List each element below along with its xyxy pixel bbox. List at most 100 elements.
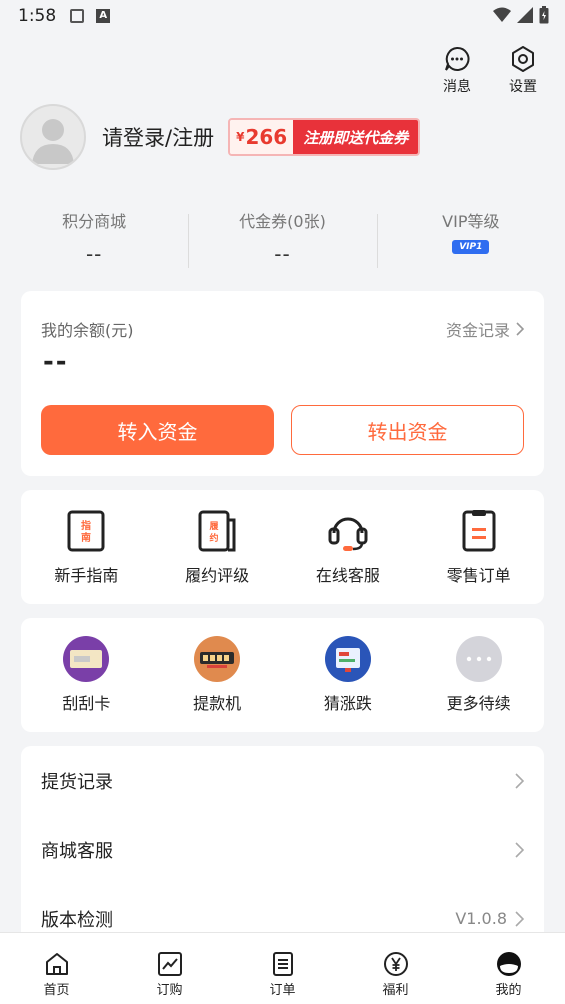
chevron-right-icon [515,772,524,789]
profile-header: 请登录/注册 ¥ 266 注册即送代金券 [20,104,421,170]
voucher-currency: ¥ [236,130,245,144]
avatar[interactable] [20,104,86,170]
withdraw-funds-button[interactable]: 转出资金 [291,405,524,455]
activity-label: 刮刮卡 [62,694,111,713]
menu-item-trailing: V1.0.8 [455,909,524,928]
atm-icon [194,636,241,682]
headset-icon [325,508,371,554]
settings-button[interactable]: 设置 [503,46,543,96]
voucher-stat[interactable]: 代金券(0张) -- [188,208,376,268]
service-label: 新手指南 [54,566,119,585]
stat-label: VIP等级 [442,212,500,231]
activity-label: 猜涨跌 [323,694,372,713]
top-actions: 消息 设置 [437,46,543,96]
tab-label: 首页 [43,983,70,998]
bottom-tab-bar: 首页 订购 订单 福利 我的 [0,932,565,1004]
voucher-text: 注册即送代金券 [293,120,419,154]
deposit-funds-button[interactable]: 转入资金 [41,405,274,455]
stat-value: -- [85,242,103,266]
chat-bubble-icon [445,46,470,71]
activity-label: 提款机 [193,694,242,713]
svg-text:履: 履 [209,520,220,532]
rating-icon: 履 约 [194,508,240,554]
performance-rating-item[interactable]: 履 约 履约评级 [152,490,283,604]
more-coming-item[interactable]: 更多待续 [413,618,544,732]
services-card: 指 南 新手指南 履 约 履约评级 在线客服 零售订单 [21,490,544,604]
wifi-icon [493,7,511,22]
guess-icon [324,636,371,682]
svg-text:约: 约 [210,532,219,544]
yen-icon [383,952,408,976]
menu-item-label: 版本检测 [41,909,113,931]
balance-card: 我的余额(元) 资金记录 -- 转入资金 转出资金 [21,291,544,476]
menu-item-trailing [515,841,524,858]
guide-icon: 指 南 [63,508,109,554]
app-notification-icon: A [96,9,111,23]
tab-orders[interactable]: 订单 [226,933,339,1004]
chevron-right-icon [515,910,524,927]
messages-label: 消息 [443,79,471,95]
activities-card: 刮刮卡 提款机 猜涨跌 更多待续 [21,618,544,732]
service-label: 零售订单 [446,566,511,585]
menu-item-trailing [515,772,524,789]
service-label: 在线客服 [315,566,380,585]
stat-label: 积分商城 [62,212,127,231]
menu-item-label: 商城客服 [41,840,113,862]
list-icon [272,952,293,976]
pickup-records-item[interactable]: 提货记录 [21,746,544,815]
status-time: 1:58 [18,6,57,26]
signal-icon [517,7,533,23]
online-support-item[interactable]: 在线客服 [283,490,414,604]
more-icon [455,636,502,682]
status-bar: 1:58 A [0,0,565,32]
svg-text:指: 指 [81,519,91,532]
points-mall-stat[interactable]: 积分商城 -- [0,208,188,266]
voucher-value: 266 [245,125,288,149]
fund-record-link[interactable]: 资金记录 [446,317,524,341]
atm-item[interactable]: 提款机 [152,618,283,732]
retail-orders-item[interactable]: 零售订单 [413,490,544,604]
scratch-card-icon [63,636,110,682]
messages-button[interactable]: 消息 [437,46,477,96]
activity-label: 更多待续 [446,694,511,713]
menu-list: 提货记录 商城客服 版本检测 V1.0.8 [21,746,544,946]
tab-home[interactable]: 首页 [0,933,113,1004]
tab-mine[interactable]: 我的 [452,933,565,1004]
tab-benefits[interactable]: 福利 [339,933,452,1004]
clipboard-notification-icon [70,9,85,23]
signup-voucher-banner[interactable]: ¥ 266 注册即送代金券 [228,118,421,156]
account-stats: 积分商城 -- 代金券(0张) -- VIP等级 VIP1 [0,208,565,268]
order-clipboard-icon [456,508,502,554]
voucher-amount: ¥ 266 [230,120,294,154]
status-indicators [493,6,549,24]
mall-support-item[interactable]: 商城客服 [21,815,544,884]
stat-value: -- [274,242,291,266]
stat-label: 代金券(0张) [239,212,326,231]
settings-label: 设置 [509,79,537,95]
menu-item-label: 提货记录 [41,771,113,793]
profile-icon [496,952,521,976]
vip-badge: VIP1 [452,240,490,254]
tab-label: 订购 [156,983,183,998]
balance-value: -- [43,347,69,377]
service-label: 履约评级 [185,566,250,585]
tab-order-purchase[interactable]: 订购 [113,933,226,1004]
tab-label: 我的 [495,983,522,998]
gear-icon [512,46,534,72]
balance-label: 我的余额(元) [41,321,134,340]
vip-level-stat[interactable]: VIP等级 VIP1 [376,208,565,268]
tab-label: 订单 [269,983,296,998]
guess-rise-fall-item[interactable]: 猜涨跌 [283,618,414,732]
svg-text:南: 南 [81,531,91,544]
fund-record-label: 资金记录 [445,321,510,340]
home-icon [45,953,68,975]
default-avatar-icon [32,119,74,164]
scratch-card-item[interactable]: 刮刮卡 [21,618,152,732]
login-register-link[interactable]: 请登录/注册 [102,122,214,152]
trend-icon [157,952,182,976]
version-value: V1.0.8 [455,909,507,928]
beginner-guide-item[interactable]: 指 南 新手指南 [21,490,152,604]
chevron-right-icon [516,322,524,336]
battery-icon [539,6,549,24]
tab-label: 福利 [382,983,409,998]
